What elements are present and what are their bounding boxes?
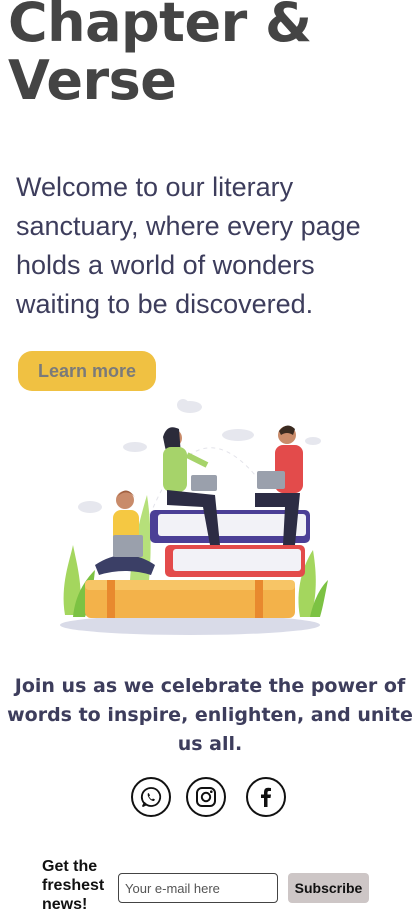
facebook-link[interactable]	[246, 777, 286, 817]
whatsapp-icon	[140, 787, 162, 807]
social-links	[0, 777, 420, 821]
people-reading-on-books-illustration	[60, 399, 328, 635]
instagram-icon	[196, 787, 216, 807]
subscribe-button[interactable]: Subscribe	[288, 873, 369, 903]
email-field[interactable]	[118, 873, 278, 903]
tagline-text: Join us as we celebrate the power of wor…	[7, 675, 413, 755]
learn-more-button[interactable]: Learn more	[18, 351, 156, 391]
instagram-link[interactable]	[186, 777, 226, 817]
page-title: Chapter & Verse	[8, 0, 312, 112]
whatsapp-link[interactable]	[131, 777, 171, 817]
newsletter-label: Get the freshest news!	[42, 858, 105, 913]
intro-text: Welcome to our literary sanctuary, where…	[16, 172, 361, 319]
facebook-icon	[261, 787, 271, 807]
